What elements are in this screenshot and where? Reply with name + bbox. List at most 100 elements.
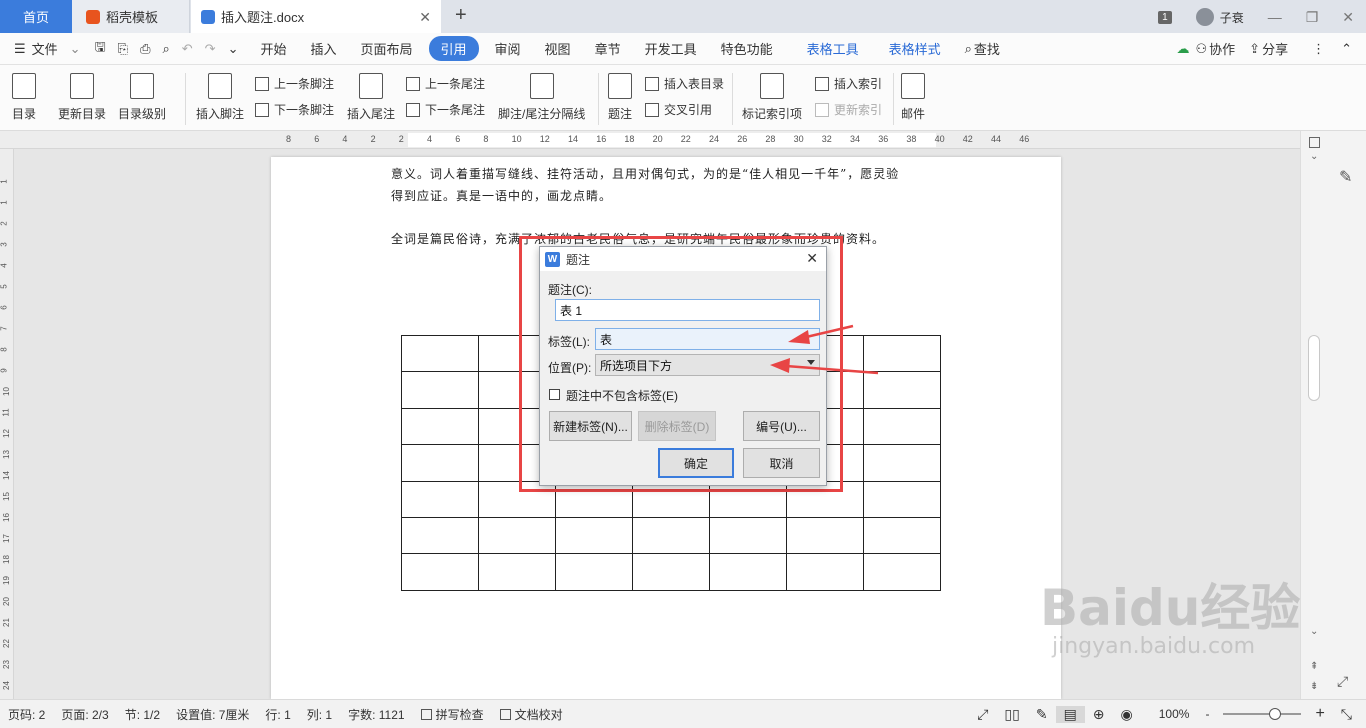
scroll-down-icon[interactable]: ⌄ [1310,626,1318,637]
menu-view[interactable]: 视图 [533,39,583,58]
menu-references[interactable]: 引用 [428,36,479,61]
table-cell[interactable] [863,553,941,591]
edit-pen-icon[interactable]: ✎ [1339,167,1352,187]
tab-document[interactable]: 插入题注.docx ✕ [191,0,441,33]
tab-templates[interactable]: 稻壳模板 [72,0,190,33]
close-window-button[interactable]: ✕ [1342,9,1354,26]
customize-toolbar-icon[interactable]: ⌄ [222,41,249,57]
table-cell[interactable] [401,480,479,518]
next-endnote-button[interactable]: 下一条尾注 [406,101,485,118]
minimize-button[interactable]: — [1268,9,1282,25]
table-cell[interactable] [786,553,864,591]
menu-table-tools[interactable]: 表格工具 [785,39,871,58]
new-tab-button[interactable]: + [455,4,467,27]
menu-page-layout[interactable]: 页面布局 [349,39,425,58]
vertical-scrollbar-thumb[interactable] [1308,335,1320,401]
caption-button[interactable]: 题注 [608,73,632,122]
menu-search[interactable]: 查找 [974,39,1012,58]
table-cell[interactable] [863,444,941,482]
table-cell[interactable] [632,516,710,555]
menu-chapter[interactable]: 章节 [583,39,633,58]
zoom-slider-thumb[interactable] [1269,708,1282,720]
status-words[interactable]: 字数: 1121 [340,706,412,723]
share-icon[interactable]: ⇪ [1247,41,1262,57]
search-icon[interactable]: ⌕ [953,41,974,57]
insert-index-button[interactable]: 插入索引 [815,75,882,92]
user-account[interactable]: 子衰 [1195,8,1244,26]
web-view-icon[interactable]: ⊕ [1085,706,1113,723]
reading-mode-icon[interactable]: ▯▯ [996,706,1027,723]
next-footnote-button[interactable]: 下一条脚注 [255,101,334,118]
panel-toggle-icon[interactable] [1309,137,1320,148]
table-cell[interactable] [401,553,479,591]
workspace-badge[interactable]: 1 [1158,10,1172,24]
table-cell[interactable] [401,444,479,482]
menu-review[interactable]: 审阅 [483,39,533,58]
print-preview-icon[interactable]: ⌕ [156,41,175,57]
menu-collaborate[interactable]: 协作 [1209,39,1247,58]
proofread-button[interactable]: 文档校对 [492,706,571,723]
table-cell[interactable] [401,334,479,373]
table-cell[interactable] [478,516,556,555]
menu-file[interactable]: 文件 [30,39,70,58]
cancel-button[interactable]: 取消 [743,448,820,478]
numbering-button[interactable]: 编号(U)... [743,411,820,441]
table-cell[interactable] [478,553,556,591]
dialog-titlebar[interactable]: W 题注 ✕ [540,247,826,271]
table-cell[interactable] [709,516,787,555]
next-page-icon[interactable]: ⇟ [1310,681,1318,692]
insert-footnote-button[interactable]: 插入脚注 [196,73,244,122]
toc-level-button[interactable]: 目录级别 [118,73,166,122]
menu-features[interactable]: 特色功能 [709,39,785,58]
fullscreen-icon[interactable]: ⤢ [969,706,996,723]
exclude-label-checkbox[interactable] [549,389,560,400]
close-tab-icon[interactable]: ✕ [419,9,431,26]
status-row[interactable]: 行: 1 [257,706,298,723]
prev-page-icon[interactable]: ⇞ [1310,661,1318,672]
status-setting[interactable]: 设置值: 7厘米 [168,706,257,723]
table-cell[interactable] [555,553,633,591]
horizontal-ruler[interactable]: 8 6 4 2 2 4 6 8 10 12 14 16 18 20 22 24 26 28 30 32 34 36 38 40… [0,131,1366,149]
prev-footnote-button[interactable]: 上一条脚注 [255,75,334,92]
export-icon[interactable]: ⎘ [112,41,134,57]
table-cell[interactable] [863,407,941,446]
zoom-slider[interactable] [1223,708,1302,720]
new-tag-button[interactable]: 新建标签(N)... [549,411,632,441]
table-cell[interactable] [786,516,864,555]
table-cell[interactable] [401,407,479,446]
print-icon[interactable]: ⎙ [134,41,156,57]
fit-window-icon[interactable]: ⤡ [1333,706,1366,723]
vertical-ruler[interactable]: 1 1 2 3 4 5 6 7 8 9 10 11 12 13 14 15 16 17 18 19 20 21 22 23 24… [0,149,14,711]
delete-tag-button[interactable]: 删除标签(D) [638,411,716,441]
menu-insert[interactable]: 插入 [298,39,348,58]
table-cell[interactable] [401,371,479,409]
collaborate-icon[interactable]: ⚇ [1194,41,1210,57]
table-cell[interactable] [555,516,633,555]
menu-start[interactable]: 开始 [248,39,298,58]
ok-button[interactable]: 确定 [658,448,734,478]
menu-share[interactable]: 分享 [1262,39,1300,58]
insert-table-of-figures-button[interactable]: 插入表目录 [645,75,724,92]
save-icon[interactable]: 🖫 [89,38,112,60]
hamburger-icon[interactable]: ☰ [0,41,30,57]
tab-home[interactable]: 首页 [0,0,72,33]
table-cell[interactable] [632,553,710,591]
status-section[interactable]: 节: 1/2 [117,706,168,723]
redo-icon[interactable]: ↷ [199,41,222,57]
cross-reference-button[interactable]: 交叉引用 [645,101,712,118]
prev-endnote-button[interactable]: 上一条尾注 [406,75,485,92]
update-toc-button[interactable]: 更新目录 [58,73,106,122]
mail-button[interactable]: 邮件 [901,73,925,122]
collapse-ribbon-icon[interactable]: ⌃ [1337,41,1366,57]
status-page-code[interactable]: 页码: 2 [0,706,53,723]
toc-button[interactable]: 目录 [12,73,36,122]
spell-check-button[interactable]: 拼写检查 [413,706,492,723]
cloud-sync-icon[interactable]: ☁ [1173,41,1194,57]
separator-line-button[interactable]: 脚注/尾注分隔线 [498,73,585,122]
page-view-icon[interactable]: ▤ [1055,705,1085,723]
zoom-in-button[interactable]: + [1307,705,1332,723]
restore-button[interactable]: ❐ [1306,9,1319,26]
mark-index-entry-button[interactable]: 标记索引项 [742,73,802,122]
undo-icon[interactable]: ↶ [176,41,199,57]
insert-endnote-button[interactable]: 插入尾注 [347,73,395,122]
